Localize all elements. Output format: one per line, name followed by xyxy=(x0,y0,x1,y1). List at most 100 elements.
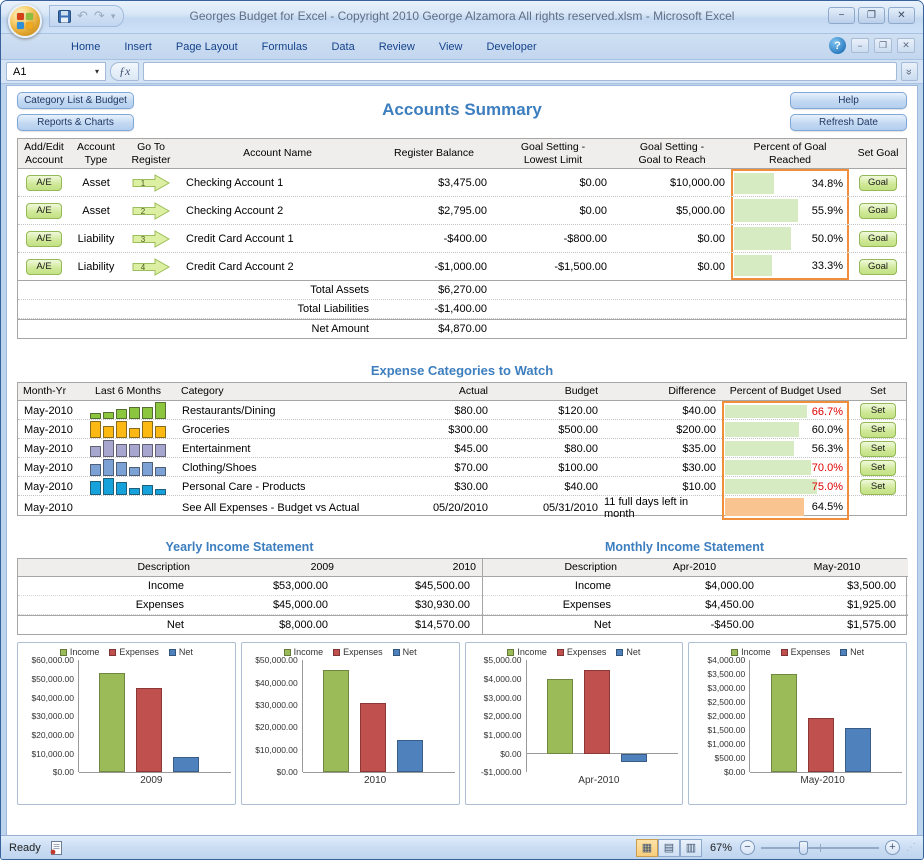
set-button[interactable]: Set xyxy=(860,441,896,457)
sparkline-cell xyxy=(80,439,176,458)
set-button[interactable]: Set xyxy=(860,460,896,476)
goal-button[interactable]: Goal xyxy=(859,203,897,219)
percent-of-budget-value: 70.0% xyxy=(812,462,843,474)
expand-formula-bar-button[interactable]: « xyxy=(901,62,918,81)
workbook-close-button[interactable]: ✕ xyxy=(897,38,915,53)
y-axis-tick: $0.00 xyxy=(724,767,745,777)
tab-data[interactable]: Data xyxy=(319,37,366,57)
go-to-register-arrow[interactable]: 1 xyxy=(132,174,170,192)
account-name: Credit Card Account 1 xyxy=(180,225,375,252)
chart-bar-expenses xyxy=(584,670,610,753)
add-edit-button[interactable]: A/E xyxy=(26,203,62,219)
legend-item: Net xyxy=(393,647,417,657)
tab-developer[interactable]: Developer xyxy=(474,37,548,57)
account-name: Checking Account 2 xyxy=(180,197,375,224)
sparkline-bar xyxy=(103,412,114,419)
office-logo-icon xyxy=(17,13,33,29)
office-button[interactable] xyxy=(8,4,42,38)
account-name: Credit Card Account 2 xyxy=(180,253,375,280)
legend-marker xyxy=(616,649,623,656)
minimize-button[interactable]: − xyxy=(828,7,855,24)
zoom-in-button[interactable]: + xyxy=(885,840,900,855)
macro-record-icon[interactable] xyxy=(49,841,64,855)
sparkline-bar xyxy=(90,421,101,438)
expense-row: May-2010Personal Care - Products$30.00$4… xyxy=(18,477,906,496)
formula-input[interactable] xyxy=(143,62,897,81)
svg-text:4: 4 xyxy=(141,263,146,272)
monthly-header-row: Description Apr-2010 May-2010 xyxy=(483,559,908,577)
page-layout-view-button[interactable]: ▤ xyxy=(658,839,680,857)
workbook-minimize-button[interactable]: − xyxy=(851,38,869,53)
go-to-register-arrow[interactable]: 3 xyxy=(132,230,170,248)
resize-grip[interactable]: ⋰ xyxy=(906,842,917,853)
goal-button[interactable]: Goal xyxy=(859,259,897,275)
name-box[interactable]: A1 ▾ xyxy=(6,62,106,81)
legend-label: Expenses xyxy=(119,647,159,657)
sparkline-bar xyxy=(142,421,153,438)
plot xyxy=(526,660,679,772)
normal-view-button[interactable]: ▦ xyxy=(636,839,658,857)
legend-label: Income xyxy=(741,647,771,657)
chart-plot-area: $5,000.00$4,000.00$3,000.00$2,000.00$1,0… xyxy=(470,660,679,772)
bar-chart[interactable]: IncomeExpensesNet$50,000.00$40,000.00$30… xyxy=(241,642,460,805)
add-edit-button[interactable]: A/E xyxy=(26,231,62,247)
help-icon[interactable]: ? xyxy=(829,37,846,54)
monthly-income-title: Monthly Income Statement xyxy=(462,540,907,554)
percent-of-goal-value: 34.8% xyxy=(812,178,843,190)
plot xyxy=(749,660,902,772)
svg-text:1: 1 xyxy=(141,179,146,188)
tab-formulas[interactable]: Formulas xyxy=(250,37,320,57)
add-edit-button[interactable]: A/E xyxy=(26,259,62,275)
help-button[interactable]: Help xyxy=(790,92,907,109)
zoom-out-button[interactable]: − xyxy=(740,840,755,855)
expense-difference: $35.00 xyxy=(604,439,722,458)
goal-progress-bar xyxy=(734,255,772,276)
column-header: Account Type xyxy=(70,139,122,168)
page-break-view-button[interactable]: ▥ xyxy=(680,839,702,857)
legend-marker xyxy=(109,649,116,656)
tab-view[interactable]: View xyxy=(427,37,475,57)
expense-category: Restaurants/Dining xyxy=(176,401,394,420)
goal-button[interactable]: Goal xyxy=(859,231,897,247)
y-axis-tick: $0.00 xyxy=(53,767,74,777)
budget-progress-bar xyxy=(725,405,807,418)
refresh-date-button[interactable]: Refresh Date xyxy=(790,114,907,131)
last-6-months-sparkline xyxy=(90,420,166,439)
go-to-register-arrow[interactable]: 4 xyxy=(132,258,170,276)
sparkline-bar xyxy=(155,402,166,419)
bar-chart[interactable]: IncomeExpensesNet$5,000.00$4,000.00$3,00… xyxy=(465,642,684,805)
name-box-dropdown-icon[interactable]: ▾ xyxy=(95,67,99,76)
tab-insert[interactable]: Insert xyxy=(112,37,164,57)
chart-bar-net xyxy=(173,757,199,772)
close-button[interactable]: ✕ xyxy=(888,7,915,24)
column-header: Month-Yr xyxy=(18,383,80,400)
sparkline-bar xyxy=(116,444,127,457)
zoom-slider[interactable] xyxy=(761,841,879,855)
tab-home[interactable]: Home xyxy=(59,37,112,57)
add-edit-button[interactable]: A/E xyxy=(26,175,62,191)
y-axis-tick: $40,000.00 xyxy=(255,678,298,688)
expense-budget: $40.00 xyxy=(494,477,604,496)
bar-chart[interactable]: IncomeExpensesNet$4,000.00$3,500.00$3,00… xyxy=(688,642,907,805)
workbook-restore-button[interactable]: ❐ xyxy=(874,38,892,53)
legend-item: Net xyxy=(840,647,864,657)
set-cell: Set xyxy=(849,477,907,496)
tab-page-layout[interactable]: Page Layout xyxy=(164,37,250,57)
tab-review[interactable]: Review xyxy=(367,37,427,57)
goal-to-reach: $0.00 xyxy=(613,225,731,252)
zoom-level[interactable]: 67% xyxy=(710,842,732,854)
goal-lowest-limit: -$1,500.00 xyxy=(493,253,613,280)
restore-button[interactable]: ❐ xyxy=(858,7,885,24)
y-axis-tick: $30,000.00 xyxy=(31,711,74,721)
set-button[interactable]: Set xyxy=(860,479,896,495)
set-button[interactable]: Set xyxy=(860,403,896,419)
insert-function-button[interactable]: ƒx xyxy=(110,62,139,81)
bar-chart[interactable]: IncomeExpensesNet$60,000.00$50,000.00$40… xyxy=(17,642,236,805)
y-axis-labels: $5,000.00$4,000.00$3,000.00$2,000.00$1,0… xyxy=(470,660,526,772)
goal-button[interactable]: Goal xyxy=(859,175,897,191)
sparkline-bar xyxy=(90,413,101,419)
zoom-slider-thumb[interactable] xyxy=(799,841,808,855)
last-6-months-sparkline xyxy=(90,477,166,496)
go-to-register-arrow[interactable]: 2 xyxy=(132,202,170,220)
set-button[interactable]: Set xyxy=(860,422,896,438)
